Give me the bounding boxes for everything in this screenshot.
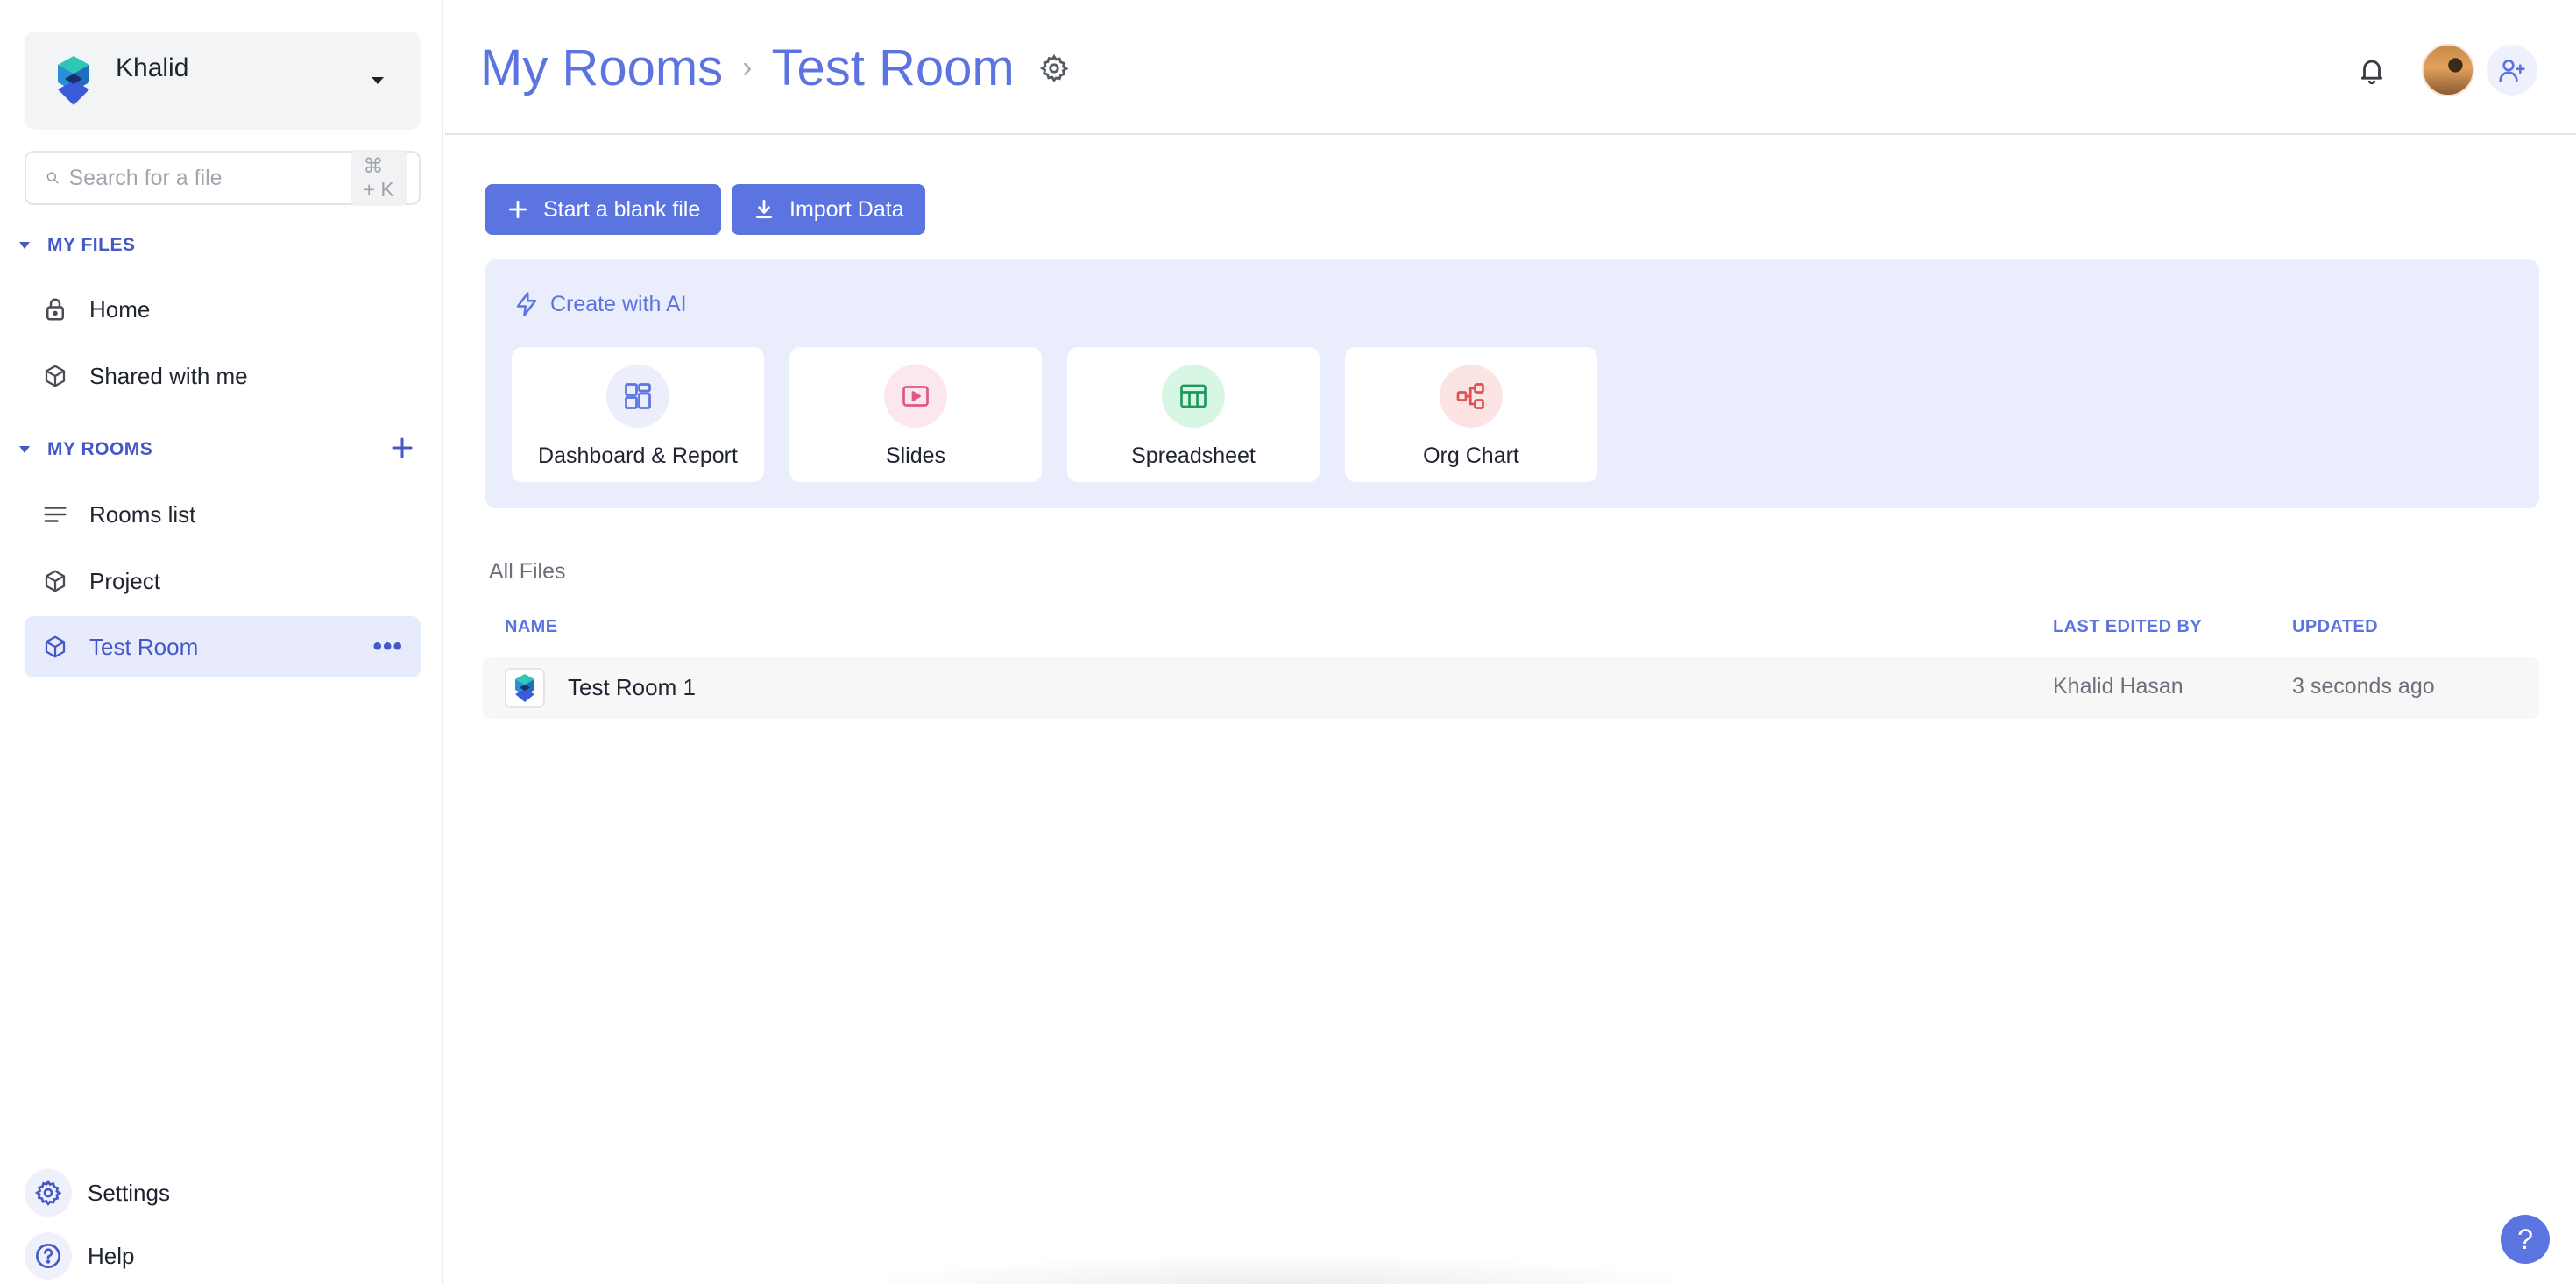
header-actions (2357, 44, 2537, 96)
add-room-icon[interactable] (389, 435, 415, 461)
user-plus-icon (2499, 60, 2525, 82)
workspace-name: Khalid (116, 53, 189, 82)
sidebar-item-label: Home (89, 295, 151, 323)
my-rooms-heading: MY ROOMS (47, 439, 153, 459)
slides-icon (902, 386, 929, 407)
help-circle-icon (36, 1244, 60, 1268)
workspace-switcher[interactable]: Khalid (25, 32, 421, 130)
breadcrumb: My Rooms › Test Room (480, 39, 1069, 97)
help-label: Help (88, 1242, 135, 1269)
create-with-ai-title: Create with AI (513, 291, 687, 317)
all-files-heading: All Files (489, 559, 566, 584)
file-updated: 3 seconds ago (2292, 674, 2435, 699)
gear-icon (34, 1179, 62, 1206)
import-data-label: Import Data (789, 196, 904, 222)
sidebar-item-label: Project (89, 567, 160, 594)
sidebar: Khalid ⌘ + K MY FILES Home Shared with m… (0, 0, 443, 1284)
dashboard-icon-wrap (606, 365, 669, 428)
sidebar-item-label: Shared with me (89, 362, 248, 389)
room-settings-gear-icon[interactable] (1039, 53, 1069, 83)
slides-icon-wrap (884, 365, 947, 428)
search-icon (46, 172, 59, 184)
caret-down-icon (372, 77, 384, 84)
cube-icon (45, 570, 66, 592)
cube-icon (45, 365, 66, 387)
table-row[interactable]: Test Room 1 Khalid Hasan 3 seconds ago (482, 657, 2539, 719)
ai-card-label: Dashboard & Report (538, 443, 738, 468)
triangle-down-icon (19, 242, 30, 249)
settings-link[interactable]: Settings (25, 1167, 170, 1219)
file-type-icon-wrap (505, 668, 545, 708)
list-icon (44, 507, 67, 522)
settings-label: Settings (88, 1179, 170, 1206)
sidebar-item-rooms-list[interactable]: Rooms list (25, 484, 421, 545)
sidebar-item-project[interactable]: Project (25, 550, 421, 612)
cube-icon (45, 635, 66, 658)
app-logo-icon (58, 56, 89, 105)
settings-icon-wrap (25, 1169, 72, 1217)
column-header-name[interactable]: NAME (505, 617, 558, 637)
sidebar-item-home[interactable]: Home (25, 279, 421, 340)
my-files-heading: MY FILES (47, 235, 136, 255)
dashboard-icon (625, 383, 651, 409)
bell-icon[interactable] (2357, 55, 2387, 85)
sidebar-item-label: Test Room (89, 633, 199, 660)
org-chart-icon (1456, 383, 1484, 409)
file-name[interactable]: Test Room 1 (568, 674, 696, 701)
import-data-button[interactable]: Import Data (732, 184, 925, 235)
help-fab-button[interactable]: ? (2501, 1215, 2550, 1264)
my-files-section-toggle[interactable]: MY FILES (19, 235, 135, 256)
breadcrumb-separator: › (742, 51, 753, 84)
breadcrumb-my-rooms[interactable]: My Rooms (480, 39, 723, 97)
start-blank-file-button[interactable]: Start a blank file (485, 184, 722, 235)
sidebar-item-shared[interactable]: Shared with me (25, 345, 421, 407)
start-blank-file-label: Start a blank file (543, 196, 701, 222)
sidebar-item-test-room[interactable]: Test Room ••• (25, 616, 421, 677)
column-header-last-edited-by[interactable]: LAST EDITED BY (2053, 617, 2202, 637)
invite-user-button[interactable] (2487, 45, 2537, 96)
breadcrumb-current-room: Test Room (771, 39, 1015, 96)
lock-icon (46, 298, 64, 321)
plus-icon (508, 200, 527, 219)
file-last-edited-by: Khalid Hasan (2053, 674, 2183, 699)
top-header: My Rooms › Test Room (445, 0, 2576, 135)
app-file-icon (515, 674, 534, 702)
bottom-shadow (841, 1253, 1717, 1284)
spreadsheet-icon (1180, 384, 1207, 408)
column-header-updated[interactable]: UPDATED (2292, 617, 2378, 637)
search-shortcut-hint: ⌘ + K (350, 150, 407, 206)
ai-card-spreadsheet[interactable]: Spreadsheet (1067, 347, 1320, 482)
user-avatar[interactable] (2422, 44, 2474, 96)
org-chart-icon-wrap (1440, 365, 1503, 428)
file-search[interactable]: ⌘ + K (25, 150, 421, 206)
search-input[interactable] (68, 165, 351, 191)
help-link[interactable]: Help (25, 1230, 134, 1282)
create-with-ai-label: Create with AI (550, 291, 687, 316)
my-rooms-section-toggle[interactable]: MY ROOMS (19, 439, 152, 460)
create-with-ai-panel: Create with AI Dashboard & Report Slides… (485, 259, 2539, 508)
ai-card-label: Slides (885, 443, 946, 468)
ai-card-org-chart[interactable]: Org Chart (1345, 347, 1597, 482)
spreadsheet-icon-wrap (1162, 365, 1225, 428)
ai-card-dashboard[interactable]: Dashboard & Report (512, 347, 764, 482)
lightning-icon (516, 292, 537, 316)
more-options-icon[interactable]: ••• (372, 632, 403, 662)
triangle-down-icon (19, 446, 30, 453)
download-icon (756, 199, 772, 219)
help-icon-wrap (25, 1232, 72, 1280)
ai-card-label: Spreadsheet (1131, 443, 1256, 468)
ai-card-label: Org Chart (1423, 443, 1519, 468)
sidebar-item-label: Rooms list (89, 500, 196, 528)
ai-card-slides[interactable]: Slides (789, 347, 1042, 482)
